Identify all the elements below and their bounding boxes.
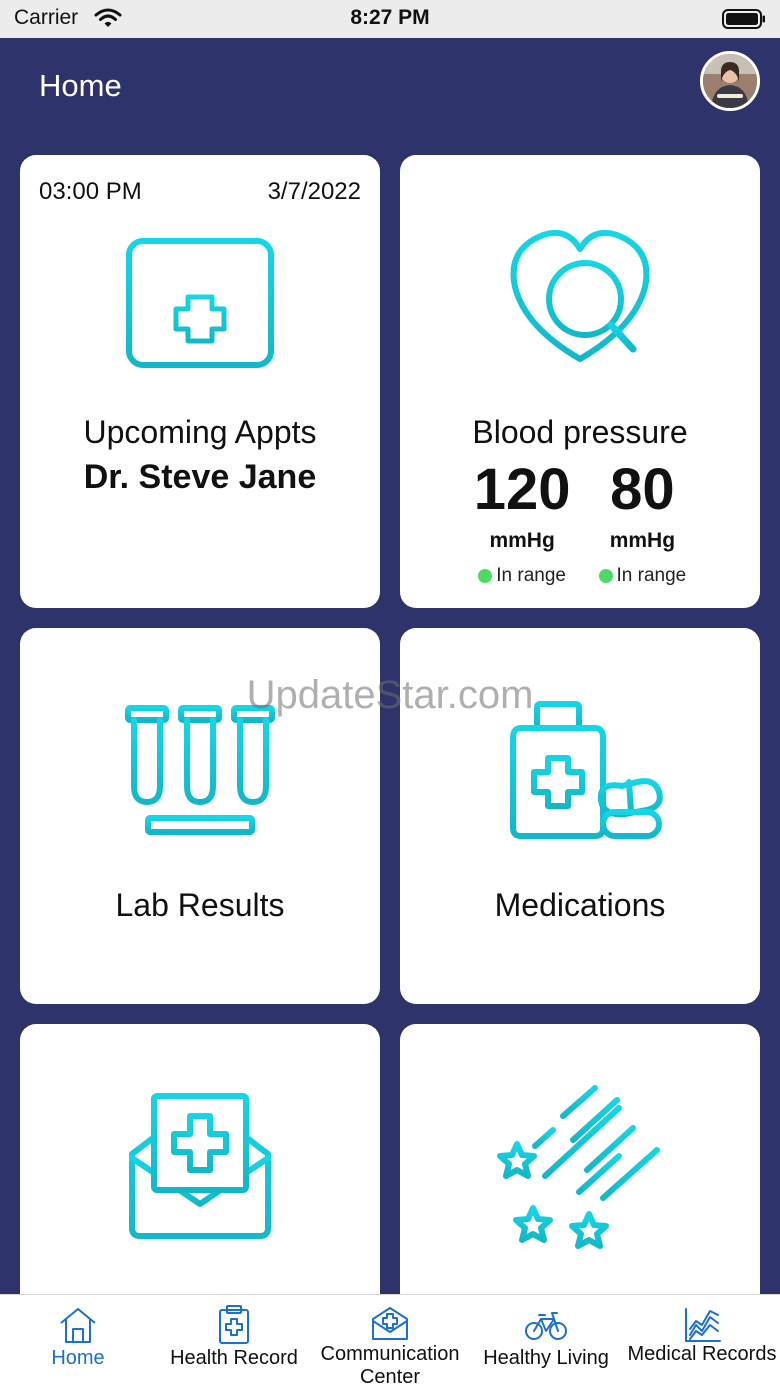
appointment-date: 3/7/2022 — [267, 178, 361, 205]
in-range-dot-icon — [478, 569, 493, 583]
blood-pressure-card[interactable]: Blood pressure 120 mmHg In range 80 mmHg… — [400, 155, 760, 608]
tab-healthy-living[interactable]: Healthy Living — [468, 1295, 624, 1387]
clipboard-medical-icon — [156, 1305, 312, 1345]
avatar[interactable] — [700, 51, 760, 111]
tab-home[interactable]: Home — [0, 1295, 156, 1387]
bicycle-icon — [468, 1305, 624, 1345]
systolic-value: 120 — [473, 457, 571, 522]
page-title: Home — [39, 68, 122, 103]
pill-bottle-icon — [400, 700, 760, 840]
tab-label: Health Record — [170, 1347, 298, 1369]
status-bar: Carrier 8:27 PM — [0, 0, 780, 38]
tab-health-record[interactable]: Health Record — [156, 1295, 312, 1387]
tab-medical-records[interactable]: Medical Records — [624, 1295, 780, 1387]
tab-bar: Home Health Record Communication Center … — [0, 1294, 780, 1387]
clock: 8:27 PM — [350, 6, 430, 29]
tab-label: Home — [51, 1347, 105, 1369]
tab-label: Medical Records — [627, 1343, 777, 1365]
in-range-dot-icon — [598, 569, 613, 583]
doctor-name: Dr. Steve Jane — [83, 458, 317, 496]
envelope-medical-icon — [20, 1092, 380, 1242]
diastolic-reading: 80 mmHg In range — [598, 455, 686, 587]
diastolic-unit: mmHg — [609, 529, 676, 552]
navigation-bar: Home — [0, 38, 780, 133]
shooting-stars-icon — [400, 1084, 760, 1249]
calendar-medical-icon — [20, 225, 380, 370]
heart-search-icon — [400, 227, 760, 367]
chart-icon — [624, 1305, 780, 1345]
systolic-reading: 120 mmHg In range — [474, 455, 571, 587]
diastolic-value: 80 — [610, 457, 675, 522]
appointment-time: 03:00 PM — [39, 178, 142, 205]
systolic-status: In range — [478, 565, 566, 587]
wellness-card[interactable] — [400, 1024, 760, 1324]
messages-card[interactable] — [20, 1024, 380, 1324]
watermark: UpdateStar.com — [246, 673, 534, 717]
blood-pressure-title: Blood pressure — [472, 414, 688, 450]
diastolic-status: In range — [598, 565, 686, 587]
tab-label: Communication Center — [320, 1343, 460, 1387]
medications-title: Medications — [494, 887, 666, 923]
house-icon — [0, 1305, 156, 1345]
tab-communication-center[interactable]: Communication Center — [312, 1295, 468, 1387]
tab-label: Healthy Living — [483, 1347, 609, 1369]
appointment-title: Upcoming Appts — [83, 414, 317, 450]
systolic-unit: mmHg — [489, 529, 555, 552]
test-tubes-icon — [20, 704, 380, 836]
upcoming-appointment-card[interactable]: 03:00 PM 3/7/2022 Upcoming Appts Dr. Ste… — [20, 155, 380, 608]
lab-results-title: Lab Results — [115, 887, 285, 923]
battery-icon — [722, 9, 766, 34]
medical-kit-icon — [312, 1305, 468, 1345]
